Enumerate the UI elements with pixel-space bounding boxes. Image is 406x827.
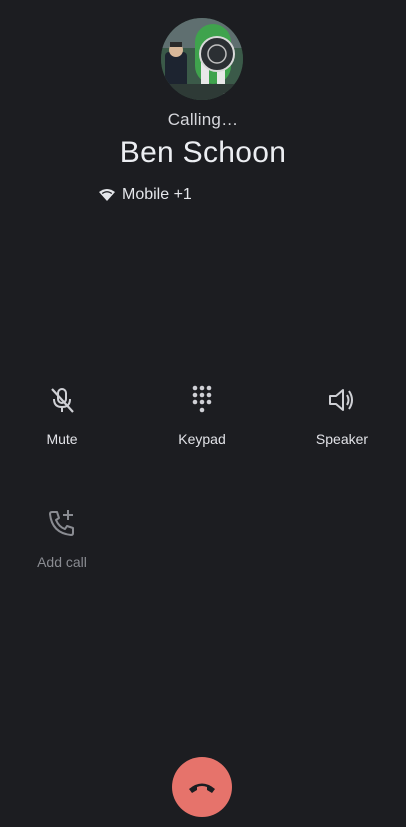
speaker-button[interactable]: Speaker [282,384,402,447]
caller-name: Ben Schoon [119,136,287,169]
in-call-screen: Calling… Ben Schoon Mobile +1 Mute Keypa… [0,0,406,827]
speaker-label: Speaker [315,431,369,447]
speaker-icon [326,384,358,416]
call-status: Calling… [167,110,239,129]
dialpad-icon [186,384,218,416]
mute-button[interactable]: Mute [2,384,122,447]
avatar-photo [161,18,243,100]
add-call-icon [46,507,78,539]
keypad-label: Keypad [178,431,226,447]
wifi-calling-icon [98,188,116,202]
keypad-button[interactable]: Keypad [142,384,262,447]
call-end-icon [187,780,217,794]
call-network-info: Mobile +1 [98,184,192,206]
add-call-label: Add call [37,554,87,570]
add-call-button[interactable]: Add call [2,507,122,570]
mic-off-icon [46,384,78,416]
caller-avatar [161,18,243,100]
mute-label: Mute [46,431,78,447]
end-call-button[interactable] [172,757,232,817]
network-label: Mobile +1 [122,186,192,203]
